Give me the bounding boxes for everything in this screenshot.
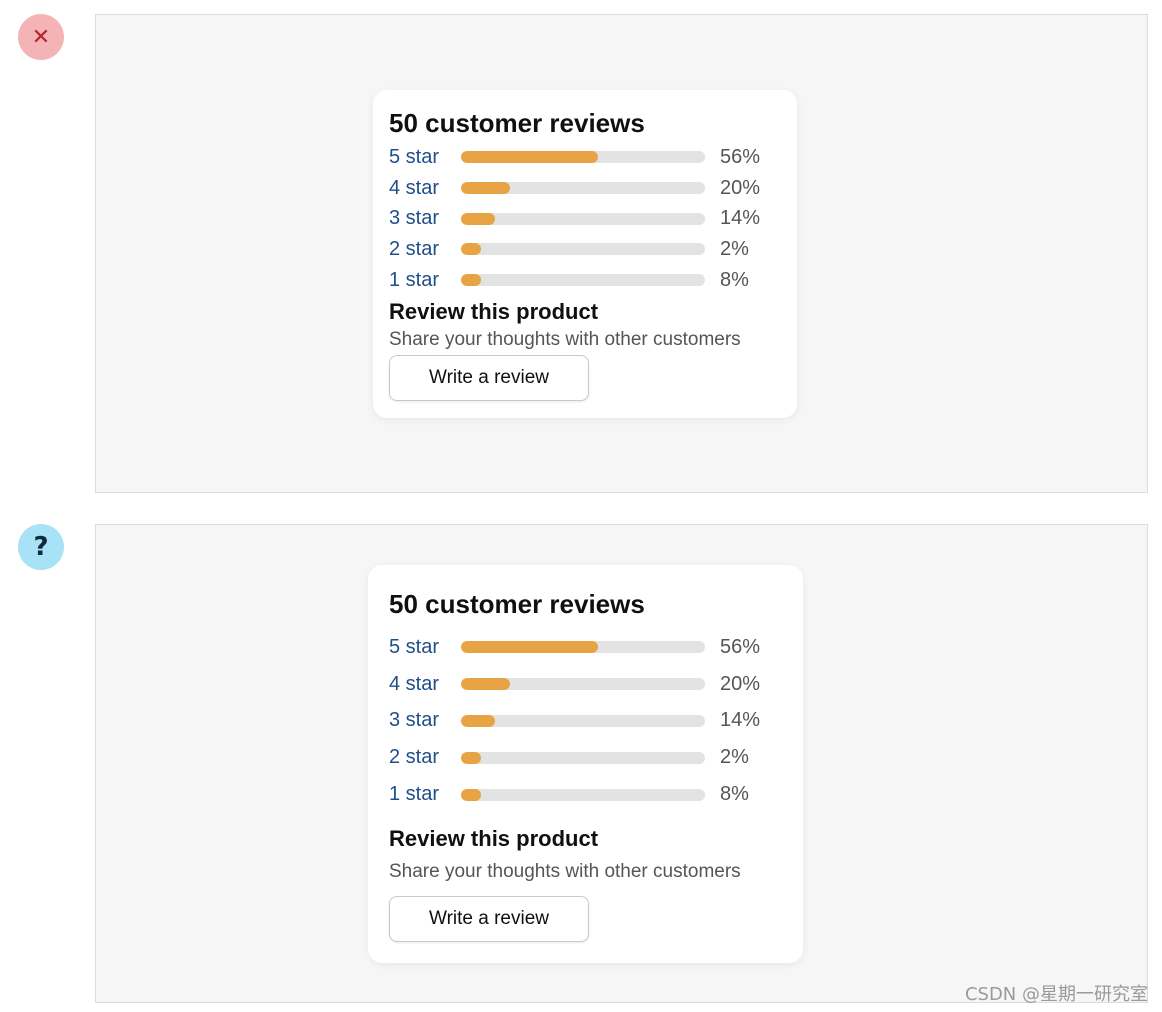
rating-bar [461, 641, 705, 654]
rating-percent: 20% [720, 176, 761, 199]
rating-bar [461, 274, 705, 287]
rating-link-2[interactable]: 2 star [389, 238, 461, 261]
question-glyph: ? [33, 532, 49, 562]
close-glyph: ✕ [31, 24, 51, 50]
rating-bar-fill [461, 751, 481, 764]
rating-row: 1 star 8% [389, 776, 782, 813]
rating-link-3[interactable]: 3 star [389, 207, 461, 230]
rating-row: 3 star 14% [389, 703, 782, 740]
rating-bar-fill [461, 274, 481, 287]
rating-bar-fill [461, 641, 598, 654]
rating-link-1[interactable]: 1 star [389, 269, 461, 292]
rating-row: 1 star 8% [389, 265, 781, 296]
rating-rows: 5 star 56% 4 star 20% 3 star 14% 2 star … [389, 142, 781, 295]
rating-bar [461, 182, 705, 195]
rating-bar [461, 788, 705, 801]
rating-bar [461, 243, 705, 256]
card-title: 50 customer reviews [389, 108, 645, 138]
rating-percent: 20% [720, 672, 761, 695]
watermark: CSDN @星期一研究室 [964, 984, 1148, 1005]
rating-link-4[interactable]: 4 star [389, 177, 461, 200]
rating-row: 4 star 20% [389, 173, 781, 204]
review-summary-card: 50 customer reviews 5 star 56% 4 star 20… [368, 565, 803, 963]
rating-percent: 56% [720, 145, 761, 168]
question-icon: ? [18, 524, 64, 570]
rating-bar-fill [461, 678, 510, 691]
rating-row: 5 star 56% [389, 142, 781, 173]
rating-percent: 8% [720, 268, 749, 291]
rating-percent: 2% [720, 746, 749, 769]
example-panel-bad: 50 customer reviews 5 star 56% 4 star 20… [95, 14, 1148, 493]
review-prompt: Share your thoughts with other customers [389, 329, 741, 351]
rating-bar [461, 151, 705, 164]
rating-percent: 2% [720, 237, 749, 260]
rating-link-2[interactable]: 2 star [389, 746, 461, 769]
rating-link-5[interactable]: 5 star [389, 636, 461, 659]
rating-link-5[interactable]: 5 star [389, 146, 461, 169]
rating-bar-fill [461, 243, 481, 256]
close-icon: ✕ [18, 14, 64, 60]
rating-bar-fill [461, 714, 496, 727]
rating-bar [461, 212, 705, 225]
rating-percent: 14% [720, 709, 761, 732]
write-review-button[interactable]: Write a review [389, 355, 589, 402]
review-summary-card: 50 customer reviews 5 star 56% 4 star 20… [373, 90, 797, 418]
review-heading: Review this product [389, 299, 599, 325]
rating-row: 3 star 14% [389, 203, 781, 234]
write-review-button[interactable]: Write a review [389, 895, 589, 942]
card-title: 50 customer reviews [389, 589, 645, 619]
rating-bar-fill [461, 182, 510, 195]
review-prompt: Share your thoughts with other customers [389, 860, 741, 882]
rating-bar-fill [461, 212, 496, 225]
rating-percent: 8% [720, 783, 749, 806]
rating-rows: 5 star 56% 4 star 20% 3 star 14% 2 star … [389, 629, 782, 813]
rating-percent: 56% [720, 635, 761, 658]
rating-bar-fill [461, 788, 481, 801]
rating-bar [461, 678, 705, 691]
rating-percent: 14% [720, 207, 761, 230]
rating-bar-fill [461, 151, 598, 164]
rating-row: 5 star 56% [389, 629, 782, 666]
rating-row: 2 star 2% [389, 234, 781, 265]
rating-link-3[interactable]: 3 star [389, 709, 461, 732]
rating-link-1[interactable]: 1 star [389, 783, 461, 806]
rating-link-4[interactable]: 4 star [389, 673, 461, 696]
rating-bar [461, 714, 705, 727]
rating-bar [461, 751, 705, 764]
rating-row: 4 star 20% [389, 666, 782, 703]
rating-row: 2 star 2% [389, 739, 782, 776]
example-panel-question: 50 customer reviews 5 star 56% 4 star 20… [95, 524, 1148, 1003]
review-heading: Review this product [389, 825, 599, 851]
